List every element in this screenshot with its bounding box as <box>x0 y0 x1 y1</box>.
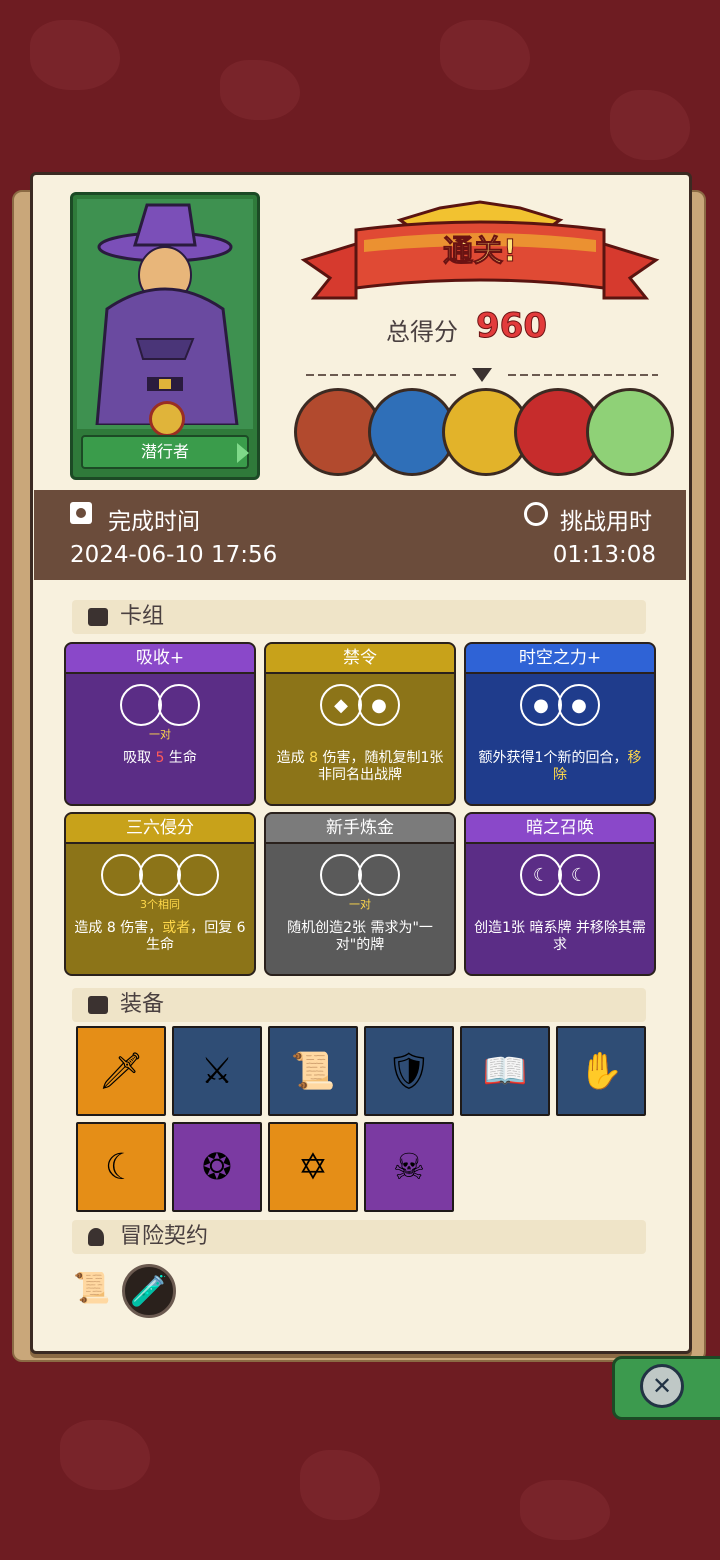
card-description: 额外获得1个新的回合，移除 <box>472 750 648 784</box>
die-slot-icon <box>358 854 400 896</box>
card-desc-part: 吸取 <box>123 750 156 766</box>
demon-mask-icon[interactable]: ☠ <box>364 1122 454 1212</box>
card-requirement: 3个相同 <box>140 898 180 911</box>
die-slot-icon <box>177 854 219 896</box>
boss-portrait-5[interactable] <box>586 388 674 476</box>
deck-card[interactable]: 三六侵分 3个相同造成 8 伤害，或者，回复 6 生命 <box>64 812 256 976</box>
card-name: 时空之力+ <box>466 644 654 674</box>
score-label: 总得分 <box>386 318 458 346</box>
card-name: 禁令 <box>266 644 454 674</box>
die-slot-icon: ☾ <box>520 854 562 896</box>
card-description: 造成 8 伤害，或者，回复 6 生命 <box>72 920 248 954</box>
die-slot-icon: ● <box>358 684 400 726</box>
die-slot-icon <box>120 684 162 726</box>
card-desc-part: 或者 <box>162 920 191 936</box>
card-name: 暗之召唤 <box>466 814 654 844</box>
film-icon <box>70 502 92 524</box>
card-description: 造成 8 伤害，随机复制1张非同名出战牌 <box>272 750 448 784</box>
card-description: 随机创造2张 需求为"一对"的牌 <box>272 920 448 954</box>
bg-shape <box>60 1420 150 1490</box>
deck-header: 卡组 <box>72 600 646 634</box>
die-slot-icon <box>101 854 143 896</box>
scroll-contract-icon[interactable]: 📜 <box>68 1264 116 1312</box>
card-name: 吸收+ <box>66 644 254 674</box>
hero-emblem-icon <box>149 401 185 437</box>
deck-card[interactable]: 时空之力+ ● ● 额外获得1个新的回合，移除 <box>464 642 656 806</box>
leaf-ring-icon[interactable]: ❂ <box>172 1122 262 1212</box>
card-desc-part: 造成 8 伤害， <box>74 920 163 936</box>
card-desc-part: 8 <box>309 750 318 766</box>
card-dice <box>66 684 254 726</box>
star-pendant-icon[interactable]: ✡ <box>268 1122 358 1212</box>
potion-bottle-icon[interactable]: 🧪 <box>122 1264 176 1318</box>
card-dice <box>266 854 454 896</box>
hero-portrait <box>77 199 253 429</box>
scythe-icon[interactable]: ⚔ <box>172 1026 262 1116</box>
boss-divider <box>306 368 658 382</box>
card-description: 创造1张 暗系牌 并移除其需求 <box>472 920 648 954</box>
deck-card[interactable]: 新手炼金一对随机创造2张 需求为"一对"的牌 <box>264 812 456 976</box>
card-name: 新手炼金 <box>266 814 454 844</box>
card-dice <box>66 854 254 896</box>
card-requirement: 一对 <box>149 728 171 741</box>
moon-gem-icon[interactable]: ☾ <box>76 1122 166 1212</box>
bg-shape <box>520 1480 610 1540</box>
bg-shape <box>220 60 300 120</box>
bg-shape <box>30 20 120 90</box>
deck-card[interactable]: 暗之召唤 ☾ ☾ 创造1张 暗系牌 并移除其需求 <box>464 812 656 976</box>
card-desc-part: 创造1张 暗系牌 并移除其需求 <box>474 920 646 953</box>
card-name: 三六侵分 <box>66 814 254 844</box>
card-dice: ◆ ● <box>266 684 454 726</box>
equipment-title: 装备 <box>120 992 165 1017</box>
card-desc-part: 额外获得1个新的回合， <box>478 750 628 766</box>
die-slot-icon: ● <box>520 684 562 726</box>
scroll-icon[interactable]: 📜 <box>268 1026 358 1116</box>
hero-name: 潜行者 <box>81 435 249 469</box>
cards-icon <box>88 608 108 626</box>
close-icon[interactable]: ✕ <box>640 1364 684 1408</box>
challenge-time-label: 挑战用时 <box>560 509 652 535</box>
hero-card[interactable]: 潜行者 <box>70 192 260 480</box>
banner-title: 通关! <box>443 234 518 270</box>
gauntlet-icon[interactable]: ✋ <box>556 1026 646 1116</box>
card-desc-part: 随机创造2张 需求为"一对"的牌 <box>287 920 433 953</box>
bg-shape <box>300 1450 380 1520</box>
card-requirement: 一对 <box>349 898 371 911</box>
cube-icon <box>88 996 108 1014</box>
bg-shape <box>610 90 690 160</box>
deck-card[interactable]: 禁令 ◆ ● 造成 8 伤害，随机复制1张非同名出战牌 <box>264 642 456 806</box>
die-slot-icon <box>139 854 181 896</box>
card-desc-part: 造成 <box>276 750 310 766</box>
next-hero-icon[interactable] <box>237 443 249 463</box>
die-slot-icon <box>320 854 362 896</box>
score-value: 960 <box>476 306 548 347</box>
finish-time-value: 2024-06-10 17:56 <box>70 542 278 568</box>
contract-title: 冒险契约 <box>120 1224 209 1249</box>
card-dice: ☾ ☾ <box>466 854 654 896</box>
stopwatch-icon <box>524 502 548 526</box>
card-dice: ● ● <box>466 684 654 726</box>
card-desc-part: 生命 <box>164 750 197 766</box>
deck-title: 卡组 <box>120 604 165 629</box>
die-slot-icon <box>158 684 200 726</box>
finish-time-label: 完成时间 <box>108 509 200 535</box>
card-description: 吸取 5 生命 <box>72 750 248 767</box>
card-desc-part: 伤害，随机复制1张非同名出战牌 <box>318 750 444 783</box>
die-slot-icon: ☾ <box>558 854 600 896</box>
red-shield-icon[interactable]: 🛡 <box>364 1026 454 1116</box>
victory-banner: 通关! <box>300 200 660 310</box>
die-slot-icon: ● <box>558 684 600 726</box>
bg-shape <box>440 20 530 90</box>
die-slot-icon: ◆ <box>320 684 362 726</box>
challenge-time-value: 01:13:08 <box>552 542 656 568</box>
crystal-dagger-icon[interactable]: 🗡 <box>76 1026 166 1116</box>
deck-card[interactable]: 吸收+ 一对吸取 5 生命 <box>64 642 256 806</box>
equipment-header: 装备 <box>72 988 646 1022</box>
skull-book-icon[interactable]: 📖 <box>460 1026 550 1116</box>
info-band: 完成时间 2024-06-10 17:56 挑战用时 01:13:08 <box>34 490 686 580</box>
contract-header: 冒险契约 <box>72 1220 646 1254</box>
person-icon <box>88 1228 104 1246</box>
